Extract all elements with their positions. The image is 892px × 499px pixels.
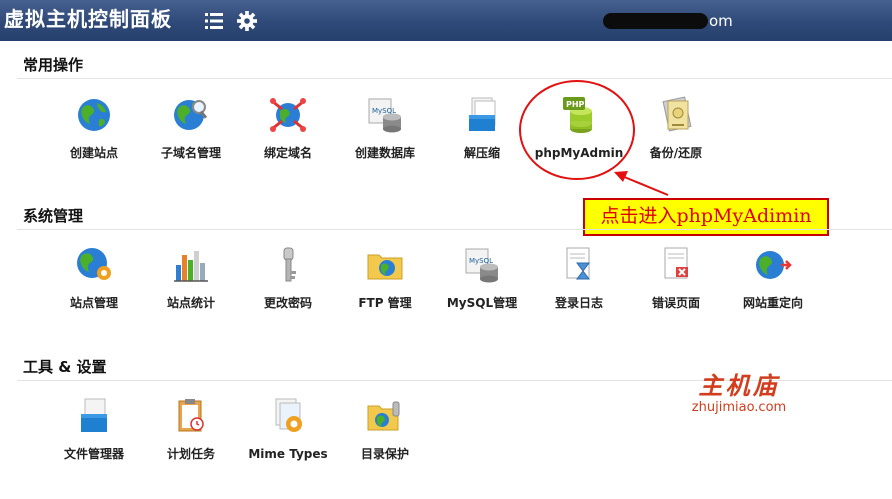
item-label: 站点统计: [166, 296, 215, 310]
section-divider: [17, 229, 892, 230]
watermark-logo-text: 主机庙: [698, 371, 780, 400]
bar-chart-icon: [174, 251, 208, 282]
redirect-globe-icon: [756, 251, 792, 279]
mime-types-button[interactable]: Mime Types: [238, 396, 338, 462]
site-redirect-button[interactable]: 网站重定向: [723, 245, 823, 311]
item-label: MySQL管理: [446, 296, 518, 310]
directory-protect-button[interactable]: 目录保护: [335, 396, 435, 462]
item-label: Mime Types: [248, 447, 328, 461]
item-label: 错误页面: [651, 296, 700, 310]
section-title-tools: 工具 & 设置: [23, 358, 107, 376]
key-icon: [283, 247, 296, 282]
site-manage-button[interactable]: 站点管理: [44, 245, 144, 311]
site-stats-button[interactable]: 站点统计: [141, 245, 241, 311]
item-label: 站点管理: [69, 296, 118, 310]
watermark-url: zhujimiao.com: [691, 400, 787, 415]
item-label: 文件管理器: [63, 447, 124, 461]
globe-gear-icon: [77, 248, 111, 280]
folder-protect-icon: [367, 401, 400, 431]
clipboard-task-icon: [178, 399, 204, 432]
mime-gear-icon: [275, 398, 302, 432]
watermark: 主机庙 zhujimiao.com: [684, 372, 794, 416]
log-hourglass-icon: [566, 247, 590, 280]
callout-label: 点击进入phpMyAdimin: [583, 198, 829, 236]
ftp-folder-icon: [367, 254, 403, 280]
file-manager-icon: [81, 398, 107, 432]
mysql-admin-icon: MySQL: [465, 248, 498, 283]
mysql-manage-button[interactable]: MySQL MySQL管理: [432, 245, 532, 311]
error-pages-button[interactable]: 错误页面: [626, 245, 726, 311]
section-title-system: 系统管理: [23, 207, 84, 225]
file-manager-button[interactable]: 文件管理器: [44, 396, 144, 462]
item-label: 网站重定向: [742, 296, 803, 310]
item-label: 更改密码: [263, 296, 312, 310]
item-label: 目录保护: [360, 447, 409, 461]
ftp-manage-button[interactable]: FTP 管理: [335, 245, 435, 311]
scheduled-tasks-button[interactable]: 计划任务: [141, 396, 241, 462]
item-label: 计划任务: [166, 447, 215, 461]
item-label: 登录日志: [554, 296, 603, 310]
item-label: FTP 管理: [358, 296, 412, 310]
login-log-button[interactable]: 登录日志: [529, 245, 629, 311]
change-password-button[interactable]: 更改密码: [238, 245, 338, 311]
error-page-icon: [664, 247, 688, 279]
